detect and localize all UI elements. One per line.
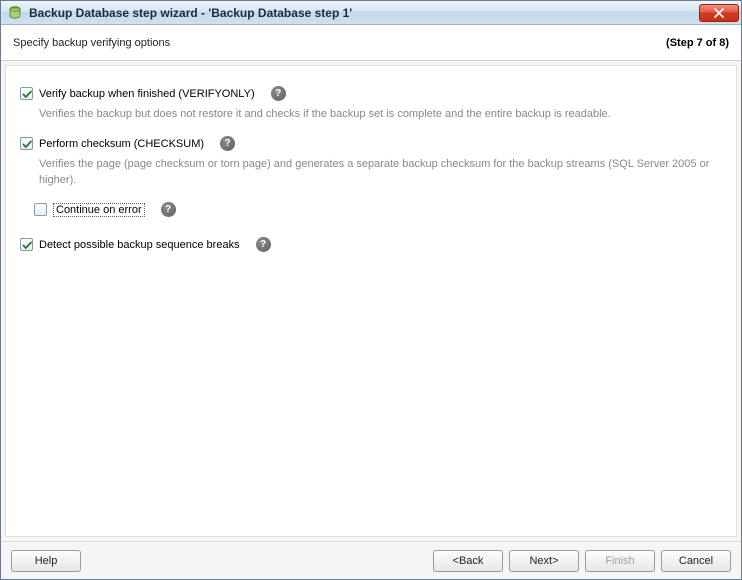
wizard-header: Specify backup verifying options (Step 7…	[1, 25, 741, 61]
perform-checksum-checkbox[interactable]	[20, 137, 33, 150]
perform-checksum-description: Verifies the page (page checksum or torn…	[39, 157, 722, 188]
next-button[interactable]: Next>	[509, 550, 579, 572]
app-icon	[7, 5, 23, 21]
window-title: Backup Database step wizard - 'Backup Da…	[29, 6, 693, 20]
close-button[interactable]	[699, 4, 739, 22]
wizard-step-indicator: (Step 7 of 8)	[666, 37, 729, 49]
button-bar: Help <Back Next> Finish Cancel	[1, 541, 741, 579]
detect-breaks-label[interactable]: Detect possible backup sequence breaks	[39, 239, 240, 251]
help-icon[interactable]: ?	[220, 136, 235, 151]
wizard-window: Backup Database step wizard - 'Backup Da…	[0, 0, 742, 580]
option-continue-on-error: Continue on error ?	[20, 202, 722, 217]
detect-breaks-checkbox[interactable]	[20, 238, 33, 251]
back-button[interactable]: <Back	[433, 550, 503, 572]
verify-backup-checkbox[interactable]	[20, 87, 33, 100]
help-icon[interactable]: ?	[256, 237, 271, 252]
perform-checksum-label[interactable]: Perform checksum (CHECKSUM)	[39, 138, 204, 150]
verify-backup-label[interactable]: Verify backup when finished (VERIFYONLY)	[39, 88, 255, 100]
help-icon[interactable]: ?	[271, 86, 286, 101]
wizard-content: Verify backup when finished (VERIFYONLY)…	[5, 65, 737, 537]
cancel-button[interactable]: Cancel	[661, 550, 731, 572]
continue-on-error-checkbox[interactable]	[34, 203, 47, 216]
continue-on-error-label[interactable]: Continue on error	[53, 203, 145, 217]
help-button[interactable]: Help	[11, 550, 81, 572]
help-icon[interactable]: ?	[161, 202, 176, 217]
option-perform-checksum: Perform checksum (CHECKSUM) ?	[20, 136, 722, 151]
finish-button: Finish	[585, 550, 655, 572]
option-verify-backup: Verify backup when finished (VERIFYONLY)…	[20, 86, 722, 101]
option-detect-breaks: Detect possible backup sequence breaks ?	[20, 237, 722, 252]
verify-backup-description: Verifies the backup but does not restore…	[39, 107, 722, 122]
wizard-subtitle: Specify backup verifying options	[13, 37, 666, 49]
titlebar: Backup Database step wizard - 'Backup Da…	[1, 1, 741, 25]
